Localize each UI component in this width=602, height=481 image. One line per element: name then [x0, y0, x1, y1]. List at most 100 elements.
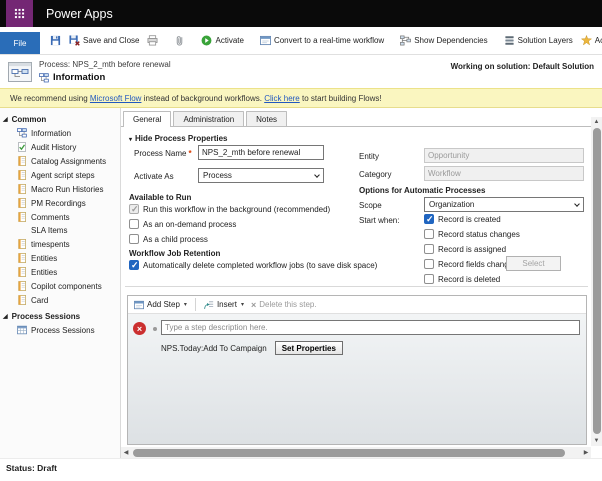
- convert-workflow-icon: [260, 35, 271, 46]
- sidebar-item-audit-history[interactable]: Audit History: [0, 140, 120, 154]
- checkbox-unchecked-icon: [129, 219, 139, 229]
- scroll-right-icon[interactable]: ▶: [581, 447, 591, 458]
- show-dependencies-button[interactable]: Show Dependencies: [397, 33, 490, 48]
- sidebar-section-common[interactable]: ◢ Common: [0, 113, 120, 126]
- checkbox-label: Automatically delete completed workflow …: [143, 260, 378, 270]
- tab-administration[interactable]: Administration: [173, 111, 245, 126]
- hide-process-properties-label: Hide Process Properties: [135, 134, 228, 143]
- scope-value: Organization: [429, 200, 475, 209]
- insert-button[interactable]: Insert ▾: [202, 300, 246, 310]
- sidebar-item-label: SLA Items: [31, 226, 68, 235]
- save-and-close-button[interactable]: Save and Close: [66, 33, 142, 48]
- checkbox-label: Record is assigned: [438, 244, 507, 254]
- microsoft-flow-link[interactable]: Microsoft Flow: [90, 94, 142, 103]
- left-navigation: ◢ Common Information Audit History Catalo…: [0, 108, 121, 458]
- scope-select[interactable]: Organization: [424, 197, 584, 212]
- section-label: Common: [11, 115, 47, 124]
- banner-text: We recommend using: [10, 93, 90, 103]
- scope-label: Scope: [359, 201, 382, 210]
- sidebar-item-comments[interactable]: Comments: [0, 210, 120, 224]
- category-field: [424, 166, 584, 181]
- sidebar-item-card[interactable]: Card: [0, 293, 120, 307]
- process-name-field[interactable]: [198, 145, 324, 160]
- auto-delete-jobs-checkbox[interactable]: Automatically delete completed workflow …: [129, 260, 378, 271]
- chevron-down-icon: [574, 200, 580, 207]
- solution-layers-button[interactable]: Solution Layers: [501, 33, 576, 48]
- sidebar-section-process-sessions[interactable]: ◢ Process Sessions: [0, 310, 120, 323]
- checkbox-unchecked-icon: [129, 234, 139, 244]
- tab-notes[interactable]: Notes: [246, 111, 288, 126]
- hide-process-properties-toggle[interactable]: ▾ Hide Process Properties: [129, 134, 228, 143]
- record-deleted-checkbox[interactable]: Record is deleted: [424, 274, 500, 284]
- scroll-up-icon[interactable]: ▲: [591, 117, 602, 127]
- section-divider: [125, 286, 588, 287]
- start-when-label: Start when:: [359, 216, 400, 225]
- available-to-run-heading: Available to Run: [129, 193, 192, 202]
- sidebar-item-sla-items[interactable]: SLA Items: [0, 224, 120, 237]
- workflow-job-retention-heading: Workflow Job Retention: [129, 249, 221, 258]
- vertical-scrollbar-thumb[interactable]: [592, 128, 601, 434]
- sidebar-item-copilot-components[interactable]: Copilot components: [0, 279, 120, 293]
- add-step-button[interactable]: Add Step ▾: [132, 300, 189, 310]
- actions-menu-button[interactable]: Actions ▾: [578, 33, 602, 48]
- actions-label: Actions: [594, 36, 602, 45]
- sidebar-item-label: Information: [31, 128, 72, 138]
- delete-step-button[interactable]: × Delete this step.: [249, 300, 319, 310]
- attach-button[interactable]: [171, 33, 188, 48]
- attachment-icon: [174, 35, 185, 46]
- show-dependencies-label: Show Dependencies: [414, 36, 488, 45]
- file-tab[interactable]: File: [0, 32, 40, 54]
- category-label: Category: [359, 170, 392, 179]
- scroll-left-icon[interactable]: ◀: [121, 447, 131, 458]
- record-created-checkbox[interactable]: Record is created: [424, 214, 501, 225]
- record-fields-change-checkbox[interactable]: Record fields change: [424, 259, 513, 269]
- child-process-checkbox[interactable]: As a child process: [129, 234, 208, 244]
- step-name: NPS.Today:Add To Campaign: [161, 343, 267, 353]
- checkbox-checked-disabled-icon: [129, 204, 139, 215]
- horizontal-scrollbar-thumb[interactable]: [133, 448, 565, 457]
- tab-general[interactable]: General: [123, 111, 172, 127]
- save-and-close-icon: [69, 35, 80, 46]
- banner-text: to start building Flows!: [299, 93, 382, 103]
- on-demand-process-checkbox[interactable]: As an on-demand process: [129, 219, 236, 229]
- waffle-menu-icon[interactable]: [6, 0, 33, 27]
- sidebar-item-label: Copilot components: [31, 281, 102, 291]
- convert-realtime-button[interactable]: Convert to a real-time workflow: [257, 33, 387, 48]
- set-properties-button[interactable]: Set Properties: [274, 341, 343, 355]
- save-button[interactable]: [47, 33, 64, 48]
- checkbox-unchecked-icon: [424, 274, 434, 284]
- section-label: Process Sessions: [11, 312, 81, 321]
- delete-step-label: Delete this step.: [259, 300, 317, 309]
- solution-layers-icon: [504, 35, 515, 46]
- sidebar-item-entities-1[interactable]: Entities: [0, 251, 120, 265]
- scroll-down-icon[interactable]: ▼: [591, 436, 602, 446]
- horizontal-scrollbar[interactable]: ◀ ▶: [121, 447, 591, 458]
- sidebar-item-process-sessions[interactable]: Process Sessions: [0, 323, 120, 337]
- run-in-background-checkbox[interactable]: Run this workflow in the background (rec…: [129, 204, 330, 215]
- sidebar-item-label: Comments: [31, 212, 70, 222]
- sidebar-item-timespents[interactable]: timespents: [0, 237, 120, 251]
- sidebar-item-pm-recordings[interactable]: PM Recordings: [0, 196, 120, 210]
- insert-icon: [204, 300, 214, 310]
- checkbox-label: Record status changes: [438, 229, 520, 239]
- sidebar-item-entities-2[interactable]: Entities: [0, 265, 120, 279]
- sidebar-item-catalog-assignments[interactable]: Catalog Assignments: [0, 154, 120, 168]
- activate-label: Activate: [215, 36, 244, 45]
- banner-text: instead of background workflows.: [141, 93, 265, 103]
- activate-as-value: Process: [203, 171, 232, 180]
- sidebar-item-macro-run-histories[interactable]: Macro Run Histories: [0, 182, 120, 196]
- step-description-input[interactable]: [161, 320, 580, 335]
- sidebar-item-information[interactable]: Information: [0, 126, 120, 140]
- form-content: General Administration Notes ▾ Hide Proce…: [121, 108, 602, 458]
- vertical-scrollbar[interactable]: ▲ ▼: [591, 117, 602, 446]
- activate-button[interactable]: Activate: [198, 33, 246, 48]
- select-fields-button[interactable]: Select: [506, 256, 561, 271]
- activate-as-select[interactable]: Process: [198, 168, 324, 183]
- click-here-link[interactable]: Click here: [264, 94, 300, 103]
- checkbox-label: As a child process: [143, 234, 208, 244]
- sidebar-item-label: Audit History: [31, 142, 77, 152]
- record-status-changes-checkbox[interactable]: Record status changes: [424, 229, 520, 239]
- record-assigned-checkbox[interactable]: Record is assigned: [424, 244, 506, 254]
- sidebar-item-agent-script-steps[interactable]: Agent script steps: [0, 168, 120, 182]
- print-button[interactable]: [144, 33, 161, 48]
